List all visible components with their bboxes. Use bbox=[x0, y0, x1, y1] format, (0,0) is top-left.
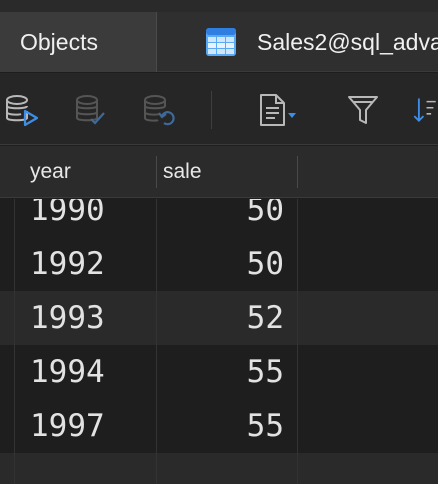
tab-objects[interactable]: Objects bbox=[0, 12, 157, 72]
cell-year[interactable]: 1990 bbox=[30, 199, 150, 237]
cell-sale[interactable]: 55 bbox=[160, 345, 284, 399]
cell-sale[interactable]: 52 bbox=[160, 291, 284, 345]
db-check-button[interactable] bbox=[72, 93, 108, 127]
filter-icon bbox=[348, 96, 378, 124]
cell-sale[interactable]: 55 bbox=[160, 399, 284, 453]
table-row-empty bbox=[0, 453, 438, 484]
tab-query[interactable]: Sales2@sql_adva bbox=[157, 12, 438, 72]
table-row[interactable]: 1997 55 bbox=[0, 399, 438, 453]
db-check-icon bbox=[76, 95, 105, 125]
document-icon bbox=[260, 94, 296, 126]
db-run-icon bbox=[6, 95, 39, 127]
column-header-year-label: year bbox=[30, 160, 71, 183]
cell-year[interactable]: 1993 bbox=[30, 291, 150, 345]
db-run-button[interactable] bbox=[4, 93, 40, 127]
filter-button[interactable] bbox=[346, 93, 380, 127]
tab-bar: Objects Sales2@sql_adva bbox=[0, 12, 438, 72]
db-revert-button[interactable] bbox=[140, 93, 176, 127]
grid-header: year sale bbox=[0, 146, 438, 198]
column-header-sale-label: sale bbox=[163, 160, 202, 183]
cell-year[interactable]: 1994 bbox=[30, 345, 150, 399]
cell-sale[interactable]: 50 bbox=[160, 237, 284, 291]
column-resize-handle[interactable] bbox=[297, 156, 298, 188]
tab-objects-label: Objects bbox=[20, 28, 98, 55]
column-header-sale[interactable]: sale bbox=[163, 146, 202, 198]
cell-year[interactable]: 1992 bbox=[30, 237, 150, 291]
toolbar bbox=[0, 73, 438, 145]
grid-line bbox=[14, 199, 15, 484]
sort-button[interactable] bbox=[412, 93, 438, 127]
table-row[interactable]: 1993 52 bbox=[0, 291, 438, 345]
tab-query-label: Sales2@sql_adva bbox=[257, 28, 438, 55]
table-row[interactable]: 1992 50 bbox=[0, 237, 438, 291]
sort-icon bbox=[413, 98, 436, 123]
grid-body: 1990 50 1992 50 1993 52 1994 55 1997 55 bbox=[0, 199, 438, 484]
column-header-year[interactable]: year bbox=[30, 146, 71, 198]
grid-line bbox=[297, 199, 298, 484]
table-row[interactable]: 1990 50 bbox=[0, 199, 438, 237]
table-icon bbox=[206, 28, 236, 56]
window-top-strip bbox=[0, 0, 438, 12]
document-menu-button[interactable] bbox=[256, 93, 302, 127]
toolbar-separator bbox=[211, 91, 212, 129]
cell-sale[interactable]: 50 bbox=[160, 199, 284, 237]
grid-line bbox=[156, 199, 157, 484]
column-resize-handle[interactable] bbox=[156, 156, 157, 188]
table-row[interactable]: 1994 55 bbox=[0, 345, 438, 399]
db-revert-icon bbox=[144, 95, 175, 126]
cell-year[interactable]: 1997 bbox=[30, 399, 150, 453]
